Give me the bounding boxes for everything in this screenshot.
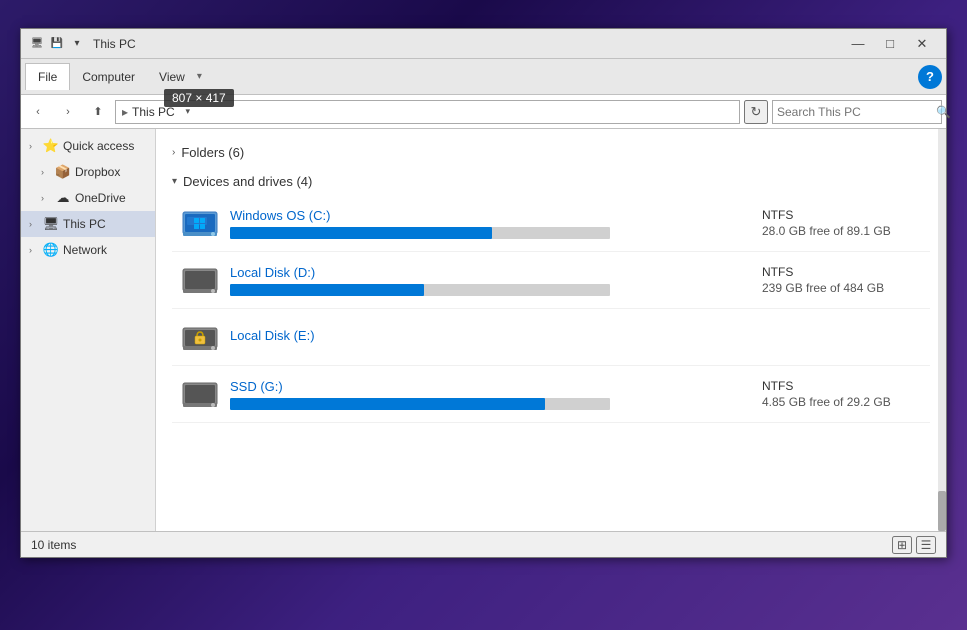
title-bar-app-icons: 🖥 💾 ▾ (29, 37, 85, 51)
forward-button[interactable]: › (55, 100, 81, 124)
drive-d-meta: NTFS 239 GB free of 484 GB (762, 265, 922, 295)
ribbon-expand-icon[interactable]: ▾ (197, 71, 202, 82)
app-icon-monitor: 🖥 (29, 37, 45, 51)
drive-d-name: Local Disk (D:) (230, 265, 740, 280)
drive-icon-c (180, 203, 220, 243)
sidebar-item-label-network: Network (63, 243, 107, 257)
drive-g-meta: NTFS 4.85 GB free of 29.2 GB (762, 379, 922, 409)
tab-view[interactable]: View (147, 64, 197, 90)
drive-d-info: Local Disk (D:) (230, 265, 740, 296)
drive-c-fs: NTFS (762, 208, 922, 222)
drive-g-name: SSD (G:) (230, 379, 740, 394)
dropbox-icon: 📦 (55, 164, 71, 180)
drive-c-info: Windows OS (C:) (230, 208, 740, 239)
quick-access-icon: ⭐ (43, 138, 59, 154)
sidebar-item-label-onedrive: OneDrive (75, 191, 126, 205)
status-items-count: 10 items (31, 538, 76, 552)
title-bar: 🖥 💾 ▾ This PC — □ ✕ (21, 29, 946, 59)
drive-item-c[interactable]: Windows OS (C:) NTFS 28.0 GB free of 89.… (172, 195, 930, 252)
drive-list: Windows OS (C:) NTFS 28.0 GB free of 89.… (172, 195, 930, 423)
drive-g-fs: NTFS (762, 379, 922, 393)
sidebar-item-this-pc[interactable]: › 🖥 This PC (21, 211, 155, 237)
drive-e-info: Local Disk (E:) (230, 328, 922, 347)
drive-icon-d (180, 260, 220, 300)
sidebar-item-quick-access[interactable]: › ⭐ Quick access (21, 133, 155, 159)
drive-g-progress-bar (230, 398, 610, 410)
status-bar: 10 items ⊞ ☰ (21, 531, 946, 557)
chevron-network-icon: › (29, 245, 39, 255)
dimension-tooltip: 807 × 417 (164, 89, 234, 107)
drive-icon-e (180, 317, 220, 357)
drive-icon-g (180, 374, 220, 414)
chevron-onedrive-icon: › (41, 193, 51, 203)
sidebar-item-label-dropbox: Dropbox (75, 165, 120, 179)
scrollbar-track[interactable] (938, 129, 946, 531)
explorer-window: 🖥 💾 ▾ This PC — □ ✕ File Computer View ▾… (20, 28, 947, 558)
tab-computer[interactable]: Computer (70, 64, 147, 90)
chevron-quick-access-icon: › (29, 141, 39, 151)
refresh-button[interactable]: ↻ (744, 100, 768, 124)
sidebar-item-label-this-pc: This PC (63, 217, 106, 231)
folders-section-label: Folders (6) (181, 145, 244, 160)
sidebar-item-dropbox[interactable]: › 📦 Dropbox (21, 159, 155, 185)
content-pane: › Folders (6) ▾ Devices and drives (4) (156, 129, 946, 531)
view-list-button[interactable]: ☰ (916, 536, 936, 554)
sidebar-item-network[interactable]: › 🌐 Network (21, 237, 155, 263)
drive-c-meta: NTFS 28.0 GB free of 89.1 GB (762, 208, 922, 238)
drives-section-header[interactable]: ▾ Devices and drives (4) (172, 166, 930, 195)
folders-chevron-icon: › (172, 147, 175, 158)
search-input[interactable] (777, 105, 932, 119)
drive-d-space: 239 GB free of 484 GB (762, 281, 922, 295)
up-button[interactable]: ⬆ (85, 100, 111, 124)
back-button[interactable]: ‹ (25, 100, 51, 124)
drives-chevron-icon: ▾ (172, 176, 177, 187)
search-icon[interactable]: 🔍 (936, 105, 951, 119)
app-icon-down: ▾ (69, 37, 85, 51)
window-controls: — □ ✕ (842, 29, 938, 59)
address-bar: ‹ › ⬆ ▸ This PC ▾ ↻ 🔍 (21, 95, 946, 129)
drive-g-progress-fill (230, 398, 545, 410)
drive-d-progress-bar (230, 284, 610, 296)
drive-item-e[interactable]: Local Disk (E:) (172, 309, 930, 366)
scrollbar-thumb[interactable] (938, 491, 946, 531)
help-button[interactable]: ? (918, 65, 942, 89)
drives-section-label: Devices and drives (4) (183, 174, 312, 189)
drive-c-progress-fill (230, 227, 492, 239)
ribbon: File Computer View ▾ ? (21, 59, 946, 95)
chevron-dropbox-icon: › (41, 167, 51, 177)
drive-g-space: 4.85 GB free of 29.2 GB (762, 395, 922, 409)
chevron-this-pc-icon: › (29, 219, 39, 229)
drive-e-name: Local Disk (E:) (230, 328, 922, 343)
drive-c-name: Windows OS (C:) (230, 208, 740, 223)
address-path-separator: ▸ (122, 105, 128, 119)
search-box: 🔍 (772, 100, 942, 124)
view-grid-button[interactable]: ⊞ (892, 536, 912, 554)
drive-item-d[interactable]: Local Disk (D:) NTFS 239 GB free of 484 … (172, 252, 930, 309)
main-area: › ⭐ Quick access › 📦 Dropbox › ☁ OneDriv… (21, 129, 946, 531)
app-icon-floppy: 💾 (49, 37, 65, 51)
drive-item-g[interactable]: SSD (G:) NTFS 4.85 GB free of 29.2 GB (172, 366, 930, 423)
onedrive-icon: ☁ (55, 190, 71, 206)
sidebar: › ⭐ Quick access › 📦 Dropbox › ☁ OneDriv… (21, 129, 156, 531)
window-title: This PC (93, 37, 842, 51)
drive-c-progress-bar (230, 227, 610, 239)
maximize-button[interactable]: □ (874, 29, 906, 59)
close-button[interactable]: ✕ (906, 29, 938, 59)
this-pc-icon: 🖥 (43, 216, 59, 232)
sidebar-item-onedrive[interactable]: › ☁ OneDrive (21, 185, 155, 211)
drive-d-progress-fill (230, 284, 424, 296)
drive-d-fs: NTFS (762, 265, 922, 279)
tab-file[interactable]: File (25, 63, 70, 90)
sidebar-item-label-quick-access: Quick access (63, 139, 134, 153)
folders-section-header[interactable]: › Folders (6) (172, 137, 930, 166)
drive-g-info: SSD (G:) (230, 379, 740, 410)
network-icon: 🌐 (43, 242, 59, 258)
minimize-button[interactable]: — (842, 29, 874, 59)
drive-c-space: 28.0 GB free of 89.1 GB (762, 224, 922, 238)
status-bar-view-controls: ⊞ ☰ (892, 536, 936, 554)
